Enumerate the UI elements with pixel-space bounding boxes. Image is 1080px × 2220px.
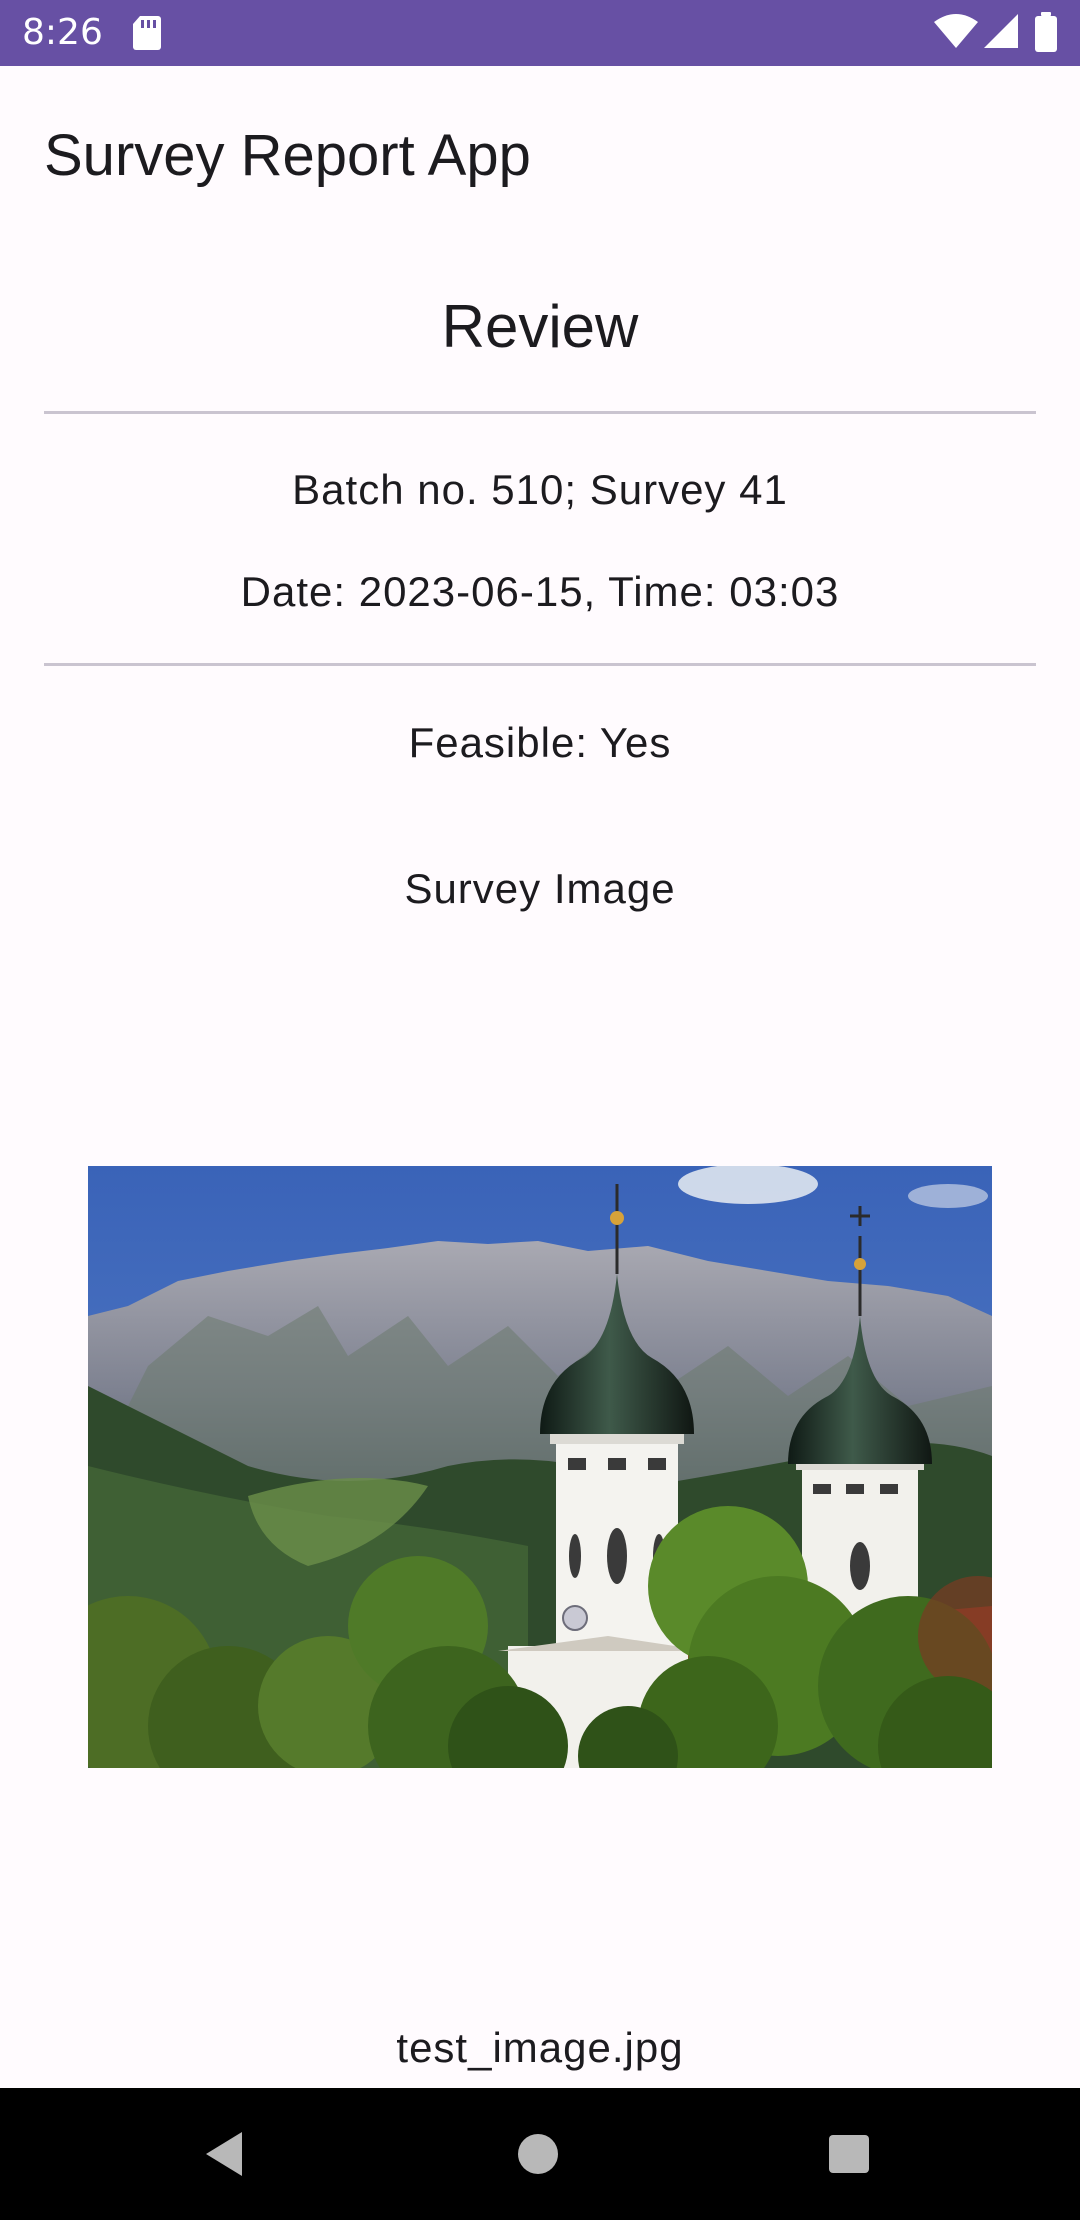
app-title: Survey Report App xyxy=(44,123,531,188)
survey-image-label: Survey Image xyxy=(404,865,676,912)
divider xyxy=(44,411,1036,414)
cell-signal-icon xyxy=(984,14,1018,48)
status-time: 8:26 xyxy=(22,12,103,53)
image-filename: test_image.jpg xyxy=(396,2024,684,2071)
date-time-info: Date: 2023-06-15, Time: 03:03 xyxy=(240,568,840,615)
status-bar: 8:26 xyxy=(0,0,1080,66)
recents-icon[interactable] xyxy=(828,2134,870,2174)
sd-card-icon xyxy=(133,16,161,50)
back-icon[interactable] xyxy=(202,2130,246,2178)
wifi-icon xyxy=(934,14,978,48)
navigation-bar xyxy=(0,2088,1080,2220)
survey-image xyxy=(88,1166,992,1768)
batch-info: Batch no. 510; Survey 41 xyxy=(292,466,788,513)
battery-icon xyxy=(1035,12,1057,52)
feasible-status: Feasible: Yes xyxy=(408,719,672,766)
divider xyxy=(44,663,1036,666)
home-icon[interactable] xyxy=(516,2132,560,2176)
review-heading: Review xyxy=(441,293,639,360)
